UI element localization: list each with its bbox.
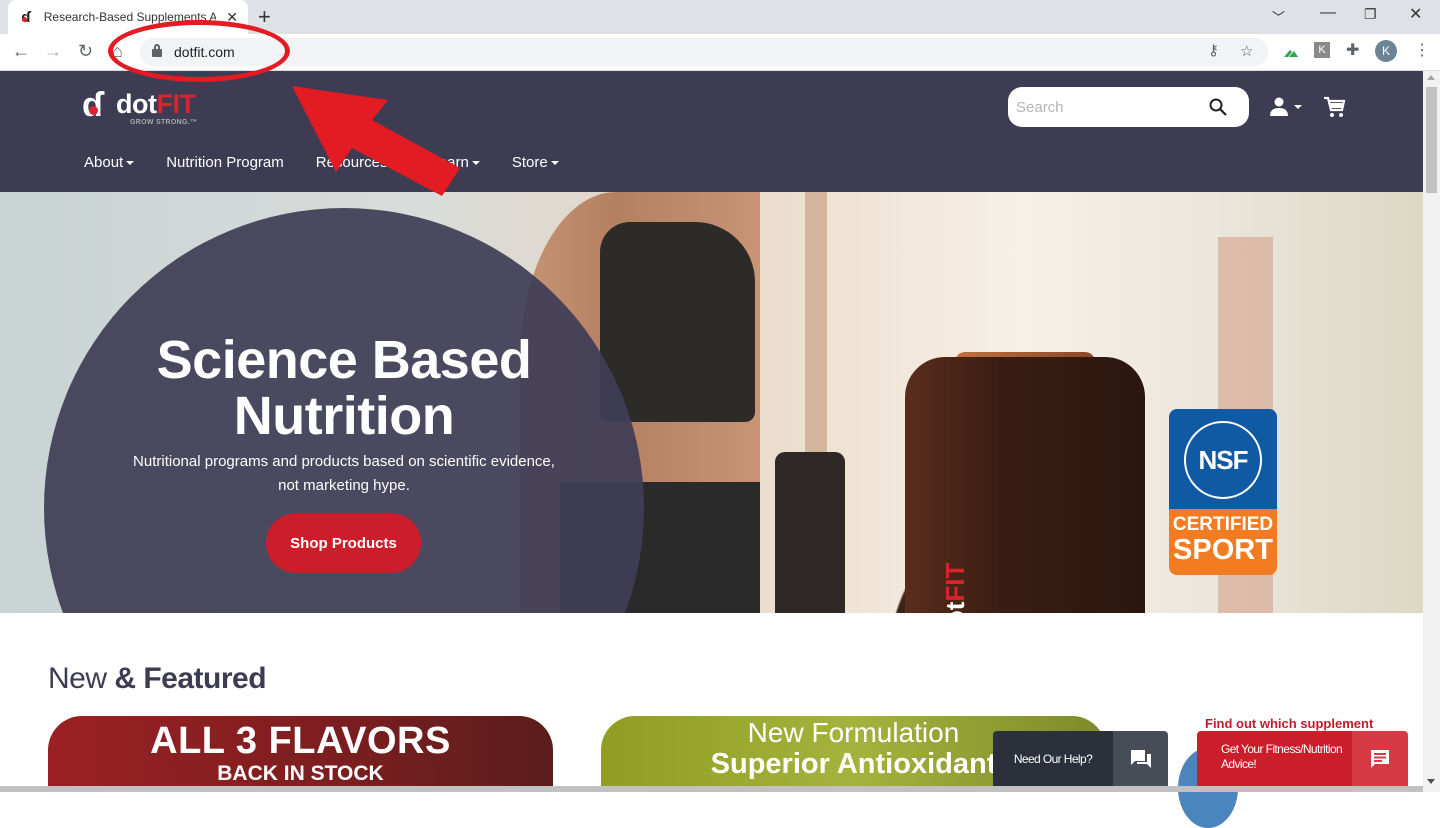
need-help-widget[interactable]: Need Our Help? (993, 731, 1168, 787)
user-account-icon[interactable] (1269, 97, 1305, 117)
shaker-bottle (775, 452, 845, 613)
minimize-icon[interactable]: — (1320, 4, 1336, 22)
caret-down-icon (390, 160, 399, 165)
cart-icon[interactable] (1322, 95, 1346, 119)
shop-products-button[interactable]: Shop Products (266, 513, 421, 573)
reload-icon[interactable]: ↻ (78, 41, 93, 62)
tab-search-chevron-icon[interactable]: ﹀ (1272, 7, 1285, 26)
card-subline: BACK IN STOCK (217, 762, 384, 785)
bookmark-star-icon[interactable]: ☆ (1240, 42, 1253, 60)
restore-icon[interactable]: ❐ (1364, 6, 1377, 23)
hero-title: Science Based Nutrition (156, 330, 532, 446)
new-tab-icon[interactable]: + (258, 4, 271, 30)
search-input[interactable] (1016, 95, 1196, 119)
featured-section-title: New & Featured (48, 662, 267, 695)
nsf-certified-sport-badge: NSF CERTIFIED SPORT (1169, 409, 1277, 575)
horizontal-scrollbar[interactable] (0, 786, 1423, 792)
profile-avatar[interactable]: K (1375, 40, 1397, 62)
hero-subtitle: Nutritional programs and products based … (133, 453, 555, 494)
close-window-icon[interactable]: ✕ (1409, 4, 1422, 24)
search-icon[interactable] (1209, 98, 1227, 116)
dotfit-mark-icon: ɗ (82, 86, 103, 124)
jar-brand-label: dotFIT (940, 562, 970, 613)
scroll-down-arrow-icon[interactable] (1427, 779, 1435, 784)
featured-card-flavors[interactable]: ALL 3 FLAVORS BACK IN STOCK (48, 716, 553, 792)
hero-banner: dotFIT Science Based Nutrition Nutrition… (0, 192, 1423, 613)
nav-nutrition-program[interactable]: Nutrition Program (166, 154, 284, 171)
back-icon[interactable]: ← (12, 41, 30, 62)
card-headline: ALL 3 FLAVORS (150, 720, 451, 762)
nav-about[interactable]: About (84, 154, 135, 171)
nav-resources[interactable]: Resources (316, 154, 399, 171)
extension-k-icon[interactable]: K (1314, 42, 1330, 58)
key-icon[interactable]: ⚷ (1208, 41, 1219, 59)
search-box (1008, 87, 1249, 127)
fitness-advice-label: Get Your Fitness/Nutrition Advice! (1197, 731, 1352, 787)
need-help-label: Need Our Help? (993, 731, 1113, 787)
vertical-scrollbar[interactable] (1423, 71, 1440, 792)
nsf-sport-text: SPORT (1173, 534, 1273, 566)
extension-green-icon[interactable] (1283, 45, 1299, 63)
nsf-logo: NSF (1184, 421, 1262, 499)
logo-tagline: GROW STRONG.™ (130, 119, 198, 126)
dotfit-logo[interactable]: ɗ dotFIT GROW STRONG.™ (82, 87, 212, 127)
nav-store[interactable]: Store (512, 154, 559, 171)
chat-bubbles-icon (1113, 731, 1168, 787)
scrollbar-thumb[interactable] (1426, 87, 1437, 193)
kebab-menu-icon[interactable]: ⋮ (1414, 40, 1430, 60)
message-icon (1352, 731, 1408, 787)
nav-learn[interactable]: Learn (430, 154, 480, 171)
nsf-certified-text: CERTIFIED (1172, 514, 1274, 535)
scroll-up-arrow-icon[interactable] (1427, 75, 1435, 80)
site-header: ɗ dotFIT GROW STRONG.™ About Nutrition P… (0, 71, 1423, 192)
logo-dot: dot (116, 89, 157, 119)
caret-down-icon (550, 160, 559, 165)
main-nav: About Nutrition Program Resources Learn … (84, 154, 559, 171)
fitness-advice-widget[interactable]: Get Your Fitness/Nutrition Advice! (1197, 731, 1408, 787)
featured-card-supplement-finder[interactable]: Find out which supplement (1205, 716, 1373, 731)
puzzle-extensions-icon[interactable]: ✚ (1346, 40, 1359, 60)
logo-fit: FIT (156, 89, 196, 119)
dotfit-favicon-icon: ɗ (18, 9, 34, 26)
caret-down-icon (126, 160, 135, 165)
forward-icon[interactable]: → (44, 41, 62, 62)
annotation-ellipse (108, 20, 290, 82)
address-bar[interactable]: dotfit.com ⚷ ☆ (140, 38, 1268, 66)
caret-down-icon (471, 160, 480, 165)
